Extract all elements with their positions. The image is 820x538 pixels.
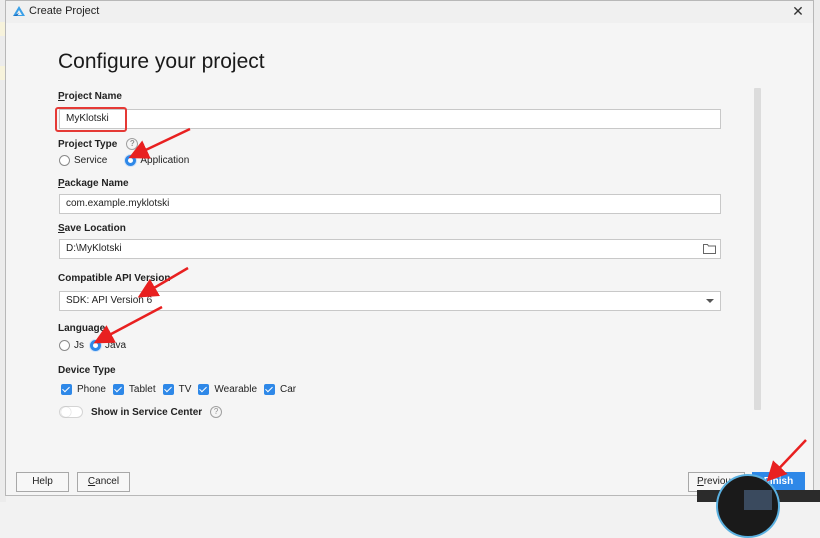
service-center-toggle[interactable] xyxy=(59,406,83,418)
cancel-button[interactable]: Cancel xyxy=(77,472,130,492)
radio-button-selected[interactable] xyxy=(90,340,101,351)
help-icon[interactable]: ? xyxy=(126,138,139,150)
button-label: ancel xyxy=(95,476,120,487)
mnemonic: P xyxy=(58,178,65,189)
radio-label: Java xyxy=(105,340,127,351)
checkbox-wearable[interactable]: Wearable xyxy=(198,384,257,395)
radio-button-selected[interactable] xyxy=(125,155,137,166)
radio-service[interactable]: Service xyxy=(59,155,107,166)
save-location-field[interactable] xyxy=(59,239,721,259)
close-icon[interactable]: ✕ xyxy=(791,4,805,18)
label-text: Project Type xyxy=(58,138,118,150)
folder-icon[interactable] xyxy=(703,243,716,254)
page-title: Configure your project xyxy=(58,50,265,73)
checkbox-label: Wearable xyxy=(214,384,258,395)
checkbox-label: Car xyxy=(280,384,297,395)
api-version-label: Compatible API Version xyxy=(58,273,171,284)
project-name-label: Project Name xyxy=(58,91,122,102)
mnemonic: P xyxy=(697,476,704,487)
language-label: Language xyxy=(58,323,106,334)
label-text: ave Location xyxy=(64,223,126,234)
service-center-row: Show in Service Center ? xyxy=(59,406,223,418)
label-text: roject Name xyxy=(64,91,122,102)
background-app-edge-right xyxy=(814,0,820,502)
package-name-label: Package Name xyxy=(58,178,129,189)
checkbox-label: TV xyxy=(178,384,192,395)
api-version-dropdown[interactable]: SDK: API Version 6 xyxy=(59,291,721,311)
radio-label: Application xyxy=(140,155,190,166)
radio-button[interactable] xyxy=(59,155,70,166)
help-icon[interactable]: ? xyxy=(210,406,223,418)
checkbox-checked[interactable] xyxy=(162,384,174,395)
annotation-highlight-box xyxy=(55,107,127,132)
radio-java[interactable]: Java xyxy=(90,340,126,351)
package-name-input[interactable] xyxy=(66,198,714,210)
project-name-field[interactable] xyxy=(59,109,721,129)
language-radio-group: Js Java xyxy=(59,340,136,351)
checkbox-tablet[interactable]: Tablet xyxy=(112,384,156,395)
chevron-down-icon[interactable] xyxy=(706,299,714,303)
mnemonic: P xyxy=(58,91,65,102)
checkbox-car[interactable]: Car xyxy=(264,384,296,395)
app-logo-icon xyxy=(13,6,25,16)
checkbox-label: Phone xyxy=(77,384,106,395)
project-name-input[interactable] xyxy=(66,113,714,125)
label-text: ackage Name xyxy=(64,178,129,189)
save-location-input[interactable] xyxy=(66,243,650,255)
radio-js[interactable]: Js xyxy=(59,340,84,351)
title-bar: Create Project ✕ xyxy=(6,1,813,23)
checkbox-checked[interactable] xyxy=(264,384,276,395)
create-project-dialog: Create Project ✕ Configure your project … xyxy=(5,0,814,496)
checkbox-checked[interactable] xyxy=(198,384,210,395)
vertical-scrollbar[interactable] xyxy=(754,88,761,410)
radio-application[interactable]: Application xyxy=(125,155,189,166)
mnemonic: S xyxy=(58,223,65,234)
radio-label: Js xyxy=(74,340,84,351)
project-type-label: Project Type ? xyxy=(58,138,139,150)
project-type-radio-group: Service Application xyxy=(59,155,199,166)
window-title: Create Project xyxy=(29,5,100,17)
checkbox-label: Tablet xyxy=(128,384,156,395)
radio-button[interactable] xyxy=(59,340,70,351)
checkbox-checked[interactable] xyxy=(112,384,124,395)
toggle-label: Show in Service Center xyxy=(91,406,203,418)
dropdown-value: SDK: API Version 6 xyxy=(66,295,153,306)
checkbox-phone[interactable]: Phone xyxy=(61,384,106,395)
device-type-checkbox-group: Phone Tablet TV Wearable Car xyxy=(61,384,303,395)
checkbox-checked[interactable] xyxy=(61,384,72,395)
webcam-avatar-overlay xyxy=(716,474,780,538)
device-type-label: Device Type xyxy=(58,365,116,376)
radio-label: Service xyxy=(74,155,108,166)
checkbox-tv[interactable]: TV xyxy=(162,384,192,395)
help-button[interactable]: Help xyxy=(16,472,69,492)
package-name-field[interactable] xyxy=(59,194,721,214)
avatar-image xyxy=(744,490,772,510)
save-location-label: Save Location xyxy=(58,223,126,234)
